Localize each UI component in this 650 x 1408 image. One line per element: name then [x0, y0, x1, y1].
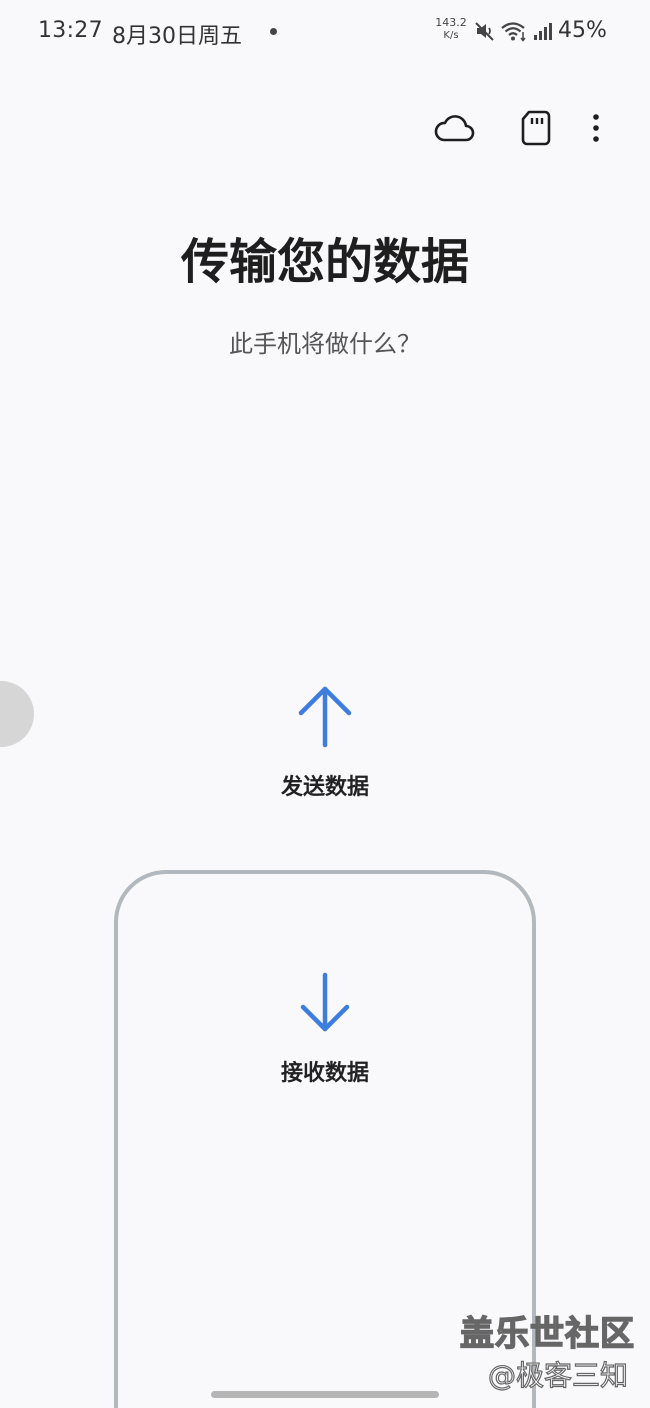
send-data-label: 发送数据 [280, 775, 369, 800]
home-gesture-bar[interactable] [211, 1391, 439, 1398]
status-time: 13:27 [38, 18, 103, 43]
network-speed-value: 143.2 [435, 16, 467, 29]
mute-icon [474, 20, 496, 46]
network-speed: 143.2 K/s [432, 16, 470, 42]
arrow-down-icon [299, 971, 351, 1039]
battery-level: 45% [558, 18, 607, 43]
status-date: 8月30日周五 [112, 24, 242, 49]
cloud-icon[interactable] [433, 110, 475, 150]
network-speed-unit: K/s [443, 30, 459, 41]
page-title: 传输您的数据 [180, 234, 469, 290]
arrow-up-icon [295, 685, 355, 753]
notification-dot-icon [270, 28, 277, 35]
watermark-community: 盖乐世社区 [459, 1313, 635, 1355]
receive-data-label: 接收数据 [280, 1061, 369, 1086]
page-subtitle: 此手机将做什么？ [229, 330, 421, 358]
more-options-icon[interactable] [583, 110, 609, 150]
status-bar: 13:27 8月30日周五 143.2 K/s 45% [0, 0, 650, 64]
watermark-author: @极客三知 [487, 1358, 629, 1392]
signal-icon [533, 20, 553, 46]
send-data-button[interactable]: 发送数据 [225, 675, 425, 805]
wifi-icon [500, 20, 528, 46]
sd-card-icon[interactable] [521, 110, 551, 150]
edge-panel-handle[interactable] [0, 681, 34, 747]
smart-switch-screen: 13:27 8月30日周五 143.2 K/s 45% 传输您的数据 此手机将做… [0, 0, 650, 1408]
